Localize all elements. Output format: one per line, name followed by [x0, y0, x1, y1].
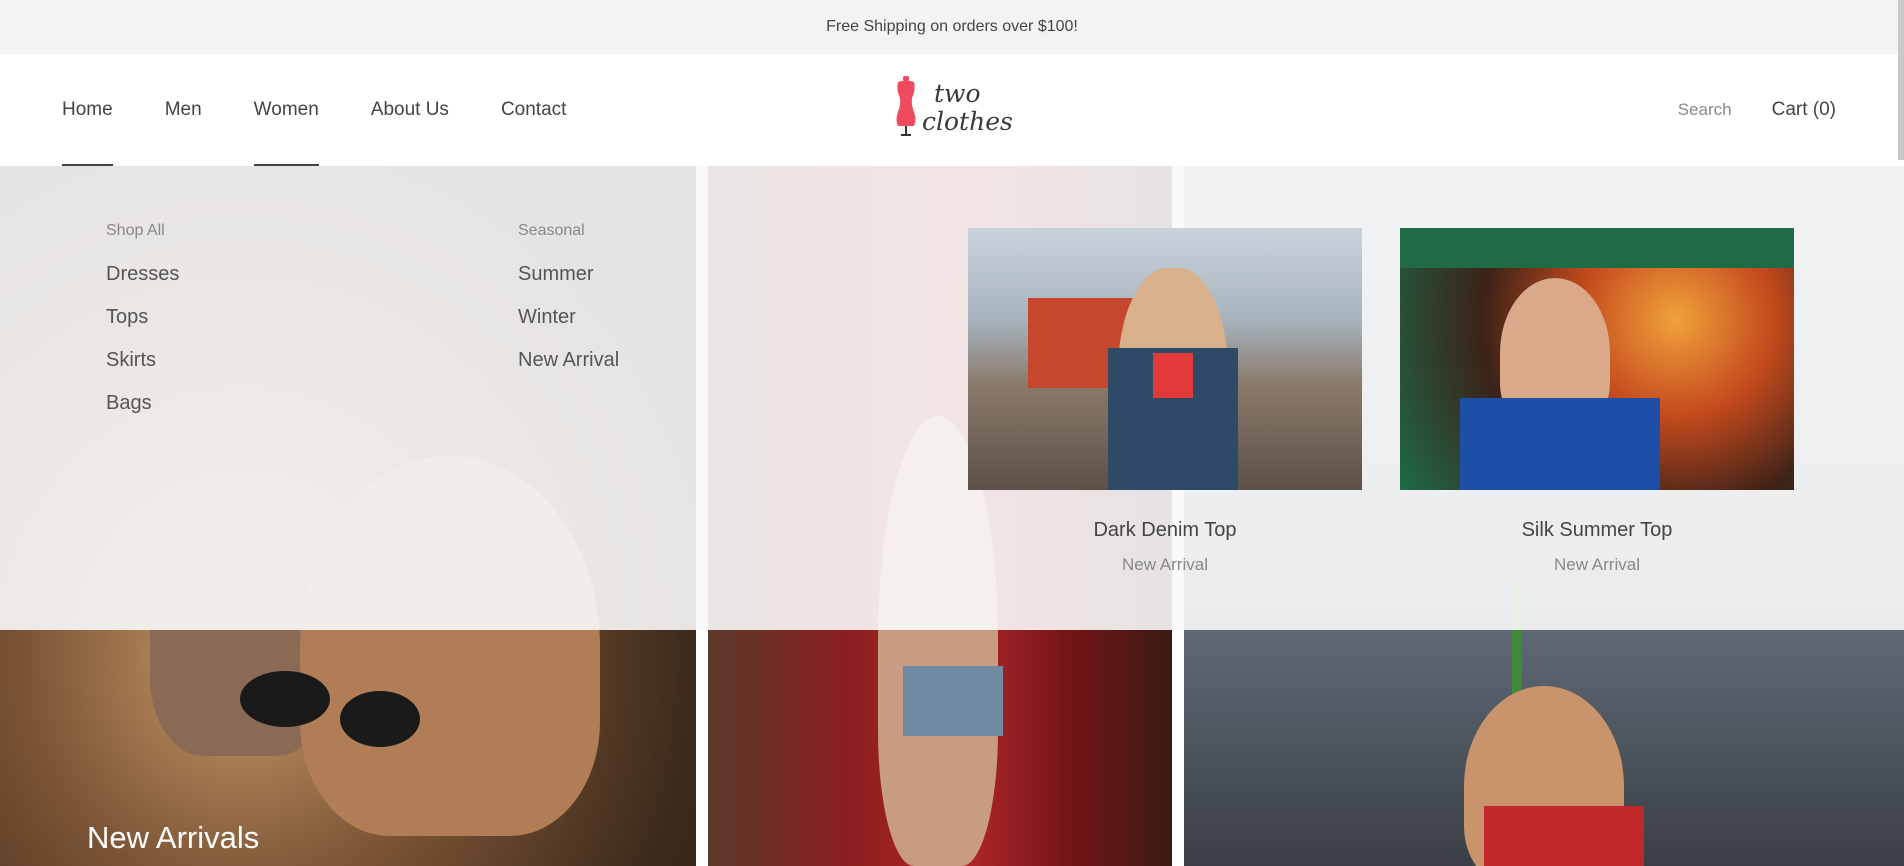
- cart-link[interactable]: Cart (0): [1772, 99, 1836, 121]
- header-actions: Search Cart (0): [1678, 54, 1836, 166]
- product-title[interactable]: Silk Summer Top: [1400, 519, 1794, 542]
- nav-item-label: Contact: [500, 99, 567, 120]
- menu-link-new-arrival[interactable]: New Arrival: [518, 348, 619, 372]
- nav-item-label: Home: [62, 99, 113, 120]
- menu-link-winter[interactable]: Winter: [518, 305, 619, 329]
- site-logo[interactable]: two clothes: [892, 76, 1013, 142]
- shorts-shape: [903, 666, 1003, 736]
- nav-item-about-us[interactable]: About Us: [371, 54, 449, 166]
- product-tag: New Arrival: [1122, 555, 1208, 574]
- product-title[interactable]: Dark Denim Top: [968, 519, 1362, 542]
- product-card-silk-summer-top[interactable]: Silk Summer Top New Arrival: [1400, 228, 1794, 575]
- menu-link-tops[interactable]: Tops: [106, 305, 179, 329]
- sunglasses-shape: [240, 671, 330, 727]
- menu-link-dresses[interactable]: Dresses: [106, 262, 179, 286]
- carnival-lights-shape: [1400, 228, 1794, 268]
- nav-item-contact[interactable]: Contact: [501, 54, 566, 166]
- menu-column-shop-all: Shop All Dresses Tops Skirts Bags: [106, 222, 179, 434]
- red-top-shape: [1153, 353, 1193, 398]
- announcement-text: Free Shipping on orders over $100!: [826, 18, 1078, 35]
- blue-shirt-shape: [1460, 398, 1660, 490]
- menu-column-seasonal: Seasonal Summer Winter New Arrival: [518, 222, 619, 391]
- product-tag: New Arrival: [1554, 555, 1640, 574]
- nav-item-label: About Us: [370, 99, 449, 120]
- menu-heading[interactable]: Shop All: [106, 222, 179, 240]
- menu-link-skirts[interactable]: Skirts: [106, 348, 179, 372]
- menu-heading[interactable]: Seasonal: [518, 222, 619, 240]
- announcement-bar: Free Shipping on orders over $100!: [0, 0, 1904, 54]
- product-image[interactable]: [1400, 228, 1794, 490]
- mega-menu: Shop All Dresses Tops Skirts Bags Season…: [0, 166, 1904, 630]
- nav-item-label: Women: [253, 99, 319, 120]
- product-card-dark-denim-top[interactable]: Dark Denim Top New Arrival: [968, 228, 1362, 575]
- dress-form-icon: [896, 76, 916, 136]
- nav-item-men[interactable]: Men: [165, 54, 202, 166]
- sunglasses-shape: [340, 691, 420, 747]
- product-image[interactable]: [968, 228, 1362, 490]
- nav-item-label: Men: [164, 99, 202, 120]
- site-header: Home Men Women About Us Contact two clot…: [0, 54, 1904, 167]
- top-shape: [1484, 806, 1644, 866]
- nav-item-home[interactable]: Home: [62, 54, 113, 166]
- menu-link-bags[interactable]: Bags: [106, 391, 179, 415]
- search-link[interactable]: Search: [1678, 100, 1732, 120]
- menu-link-summer[interactable]: Summer: [518, 262, 619, 286]
- logo-wordmark: two clothes: [922, 80, 1013, 136]
- page-scrollbar[interactable]: [1898, 0, 1904, 160]
- panel-title-new-arrivals[interactable]: New Arrivals: [87, 820, 259, 856]
- nav-item-women[interactable]: Women: [253, 54, 319, 166]
- logo-line-1: two: [934, 79, 981, 108]
- main-nav: Home Men Women About Us Contact: [62, 54, 618, 166]
- logo-line-2: clothes: [922, 107, 1013, 136]
